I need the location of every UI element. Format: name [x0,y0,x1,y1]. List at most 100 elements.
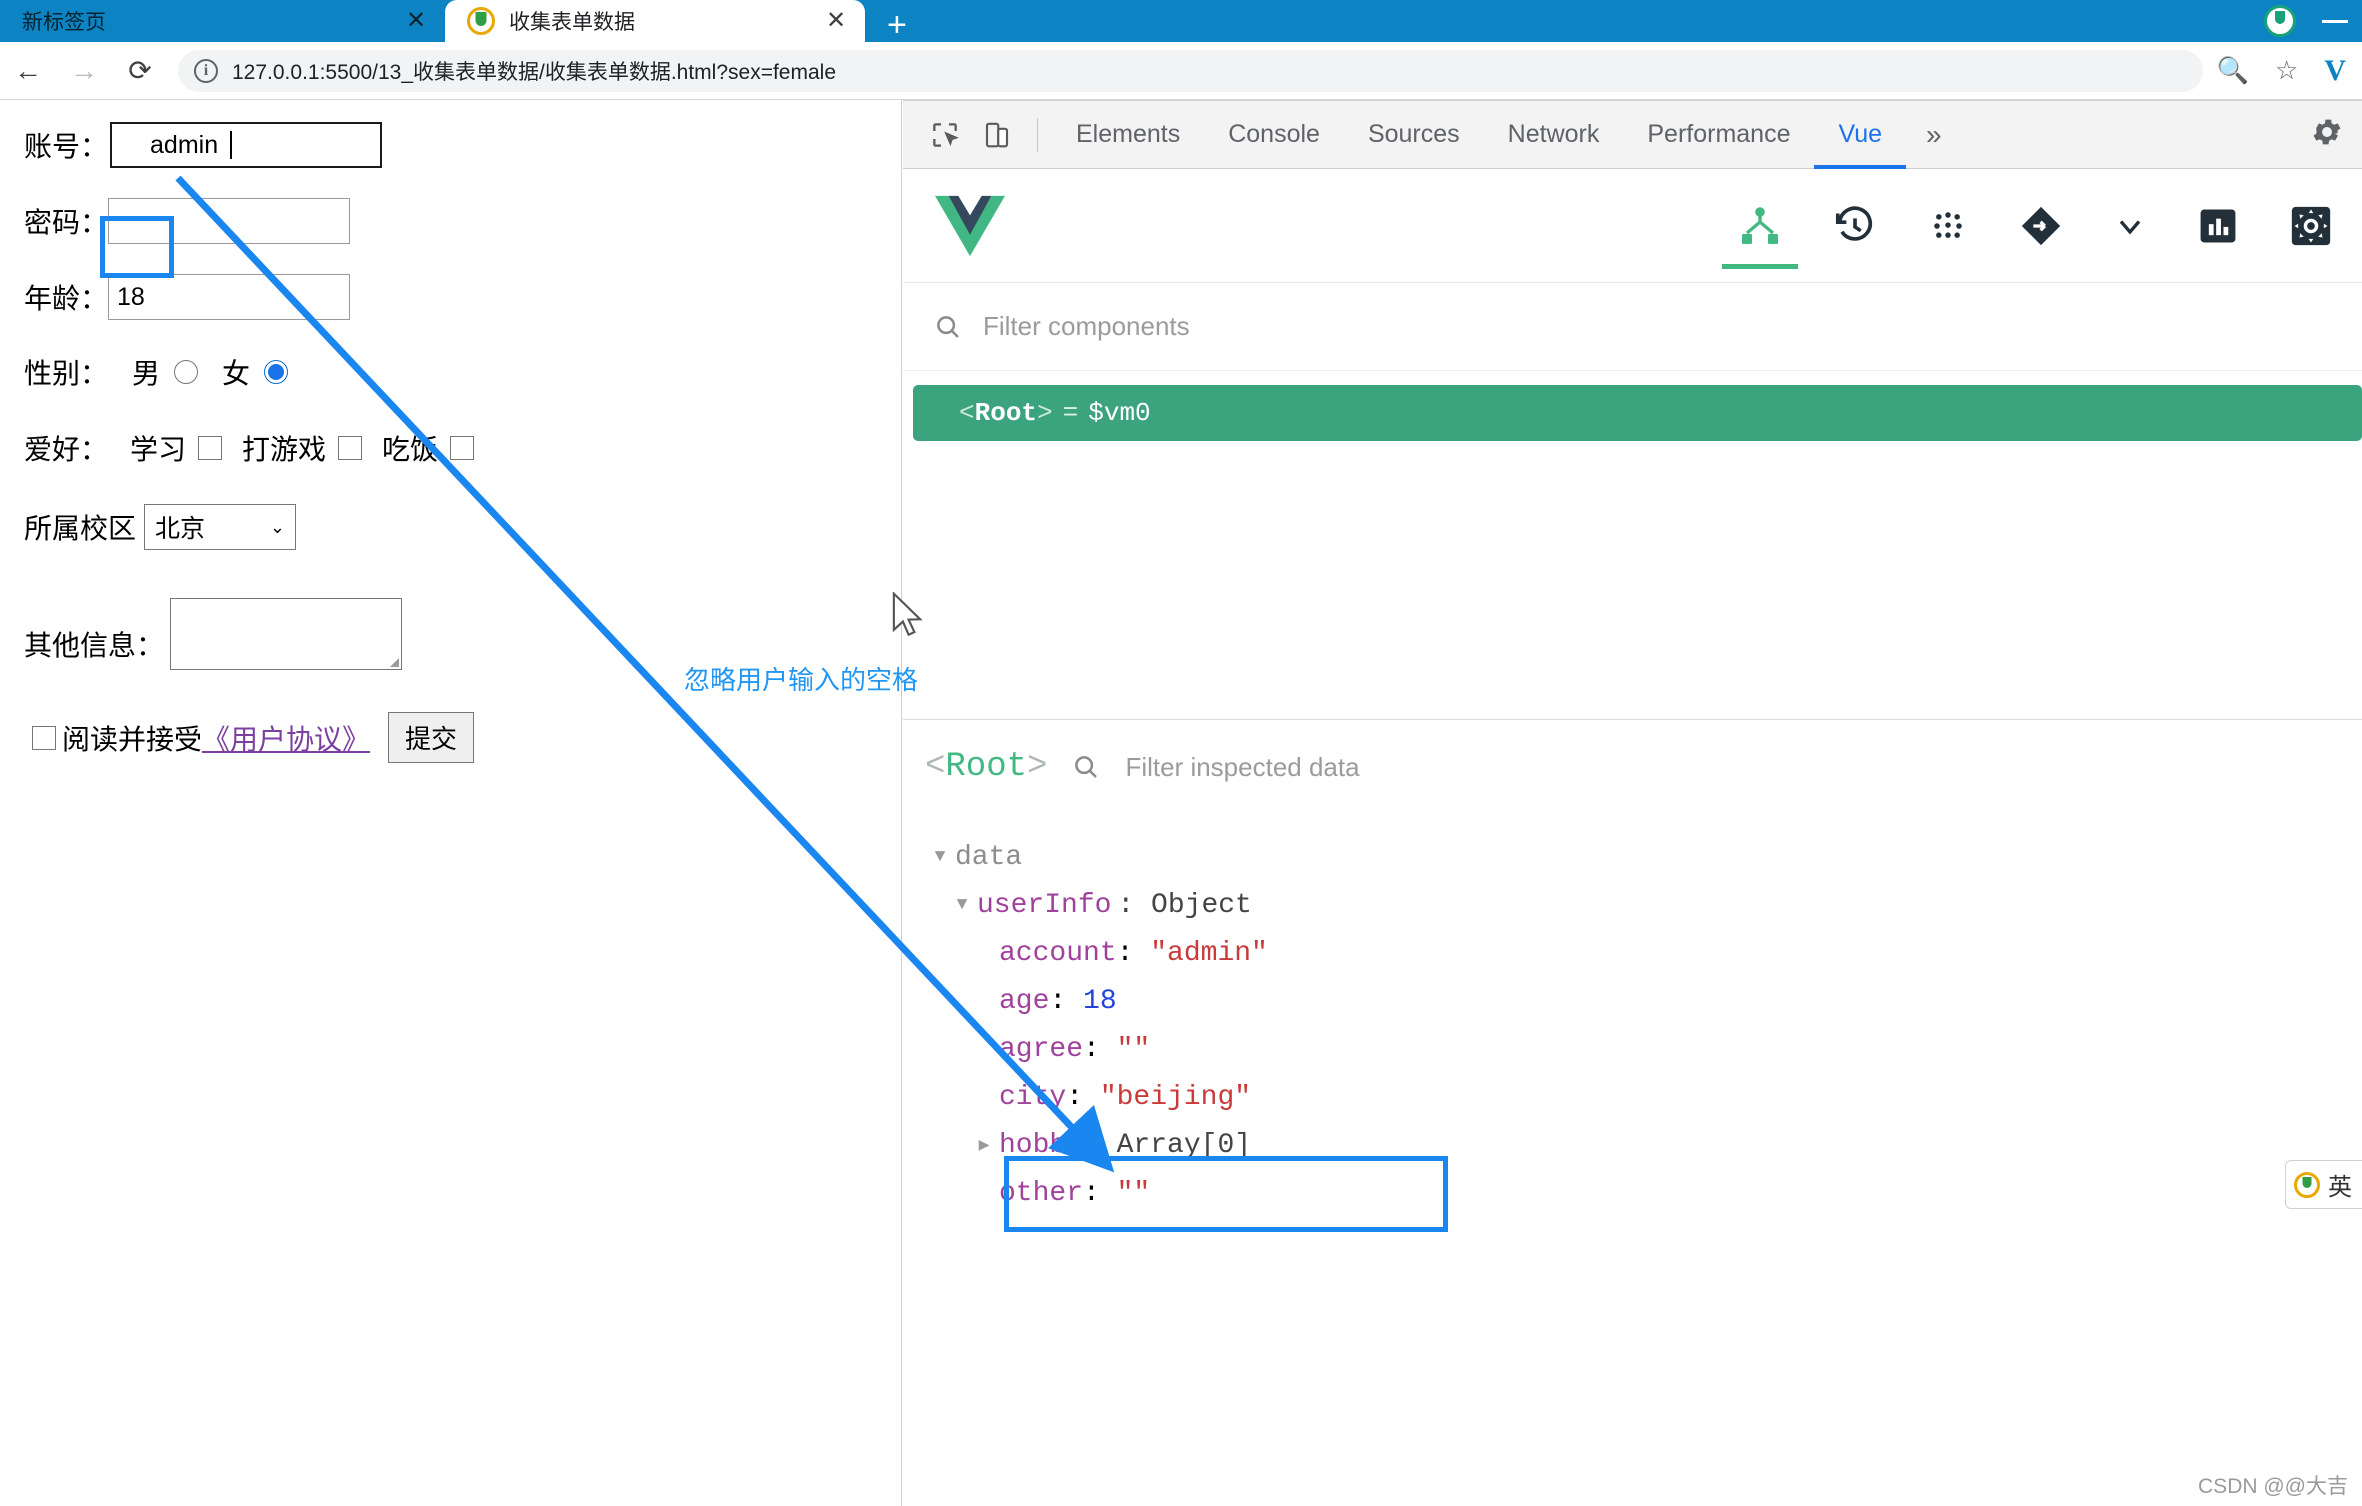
tree-node-key: city [999,1081,1067,1113]
minimize-button[interactable] [2322,19,2348,23]
gender-radio-female[interactable] [264,360,289,384]
other-textarea[interactable] [170,598,403,670]
performance-bars-icon[interactable] [2196,183,2240,269]
vm-instance-label: $vm0 [1088,398,1151,428]
tree-node-colon: : [1049,985,1084,1017]
triangle-icon[interactable]: ▼ [947,895,977,915]
tree-node-colon: : [1116,937,1151,969]
back-icon[interactable]: ← [0,42,56,100]
tree-node-agree[interactable]: agree : "" [903,1025,2362,1073]
root-open-angle: < [925,748,946,786]
campus-label: 所属校区 [24,513,137,544]
close-icon[interactable]: ✕ [403,9,429,33]
zoom-icon[interactable]: 🔍 [2217,55,2249,86]
hobby-checkbox-game[interactable] [338,436,363,460]
gender-option-female-label: 女 [222,358,251,389]
window-controls [2264,0,2362,42]
tree-node-key: agree [999,1033,1084,1065]
user-agreement-link[interactable]: 《用户协议》 [202,718,370,758]
component-filter-input[interactable]: Filter components [903,283,2362,371]
settings-gear-icon[interactable] [2288,183,2334,269]
new-tab-button[interactable]: + [887,8,907,42]
site-info-icon[interactable]: i [194,58,218,83]
inspect-element-icon[interactable] [919,109,971,161]
vue-logo [931,192,1009,260]
ime-icon [2294,1171,2320,1198]
forward-icon[interactable]: → [56,42,112,100]
watermark: CSDN @@大吉 [2198,1475,2348,1498]
hobby-label: 爱好： [24,434,109,465]
tree-node-city[interactable]: city : "beijing" [903,1073,2362,1121]
tab-network[interactable]: Network [1484,101,1624,169]
tree-node-key: data [955,841,1023,873]
browser-tab-new[interactable]: 新标签页 ✕ [0,0,445,42]
tab-elements[interactable]: Elements [1052,101,1204,169]
hobby-checkbox-eat[interactable] [450,436,475,460]
tree-node-account[interactable]: account : "admin" [903,929,2362,977]
account-input[interactable]: admin [110,122,383,168]
profile-avatar[interactable]: V [2324,54,2346,88]
chevron-down-icon: ⌄ [269,516,286,537]
component-filter-placeholder: Filter components [983,311,1190,341]
hobby-checkbox-study[interactable] [198,436,223,460]
triangle-icon[interactable]: ▶ [969,1134,999,1156]
favicon-icon [467,7,495,35]
browser-tab-form[interactable]: 收集表单数据 ✕ [445,0,865,42]
password-input[interactable] [108,198,351,244]
form-row-age: 年龄： 18 [0,274,901,320]
ime-status-badge[interactable]: 英 [2285,1160,2362,1209]
age-input[interactable]: 18 [108,274,351,320]
triangle-icon[interactable]: ▼ [925,847,955,867]
more-tabs-icon[interactable]: » [1906,119,1962,151]
campus-select-value: 北京 [155,515,206,543]
tree-node-data[interactable]: ▼ data [903,833,2362,881]
device-toolbar-icon[interactable] [971,109,1023,161]
inspected-root-label: <Root> [925,748,1047,786]
hobby-option-eat-label: 吃饭 [382,434,439,465]
star-icon[interactable]: ☆ [2275,55,2298,86]
web-page-content: 账号： admin 密码： 年龄： 18 性别： 男 女 爱好： 学习 打游戏 … [0,100,902,1506]
tree-node-colon: : [1066,1081,1100,1113]
tree-node-value: 18 [1083,985,1117,1017]
hobby-option-game-label: 打游戏 [242,434,327,465]
timeline-history-icon[interactable] [1832,183,1878,269]
gender-label: 性别： [24,358,109,389]
close-icon[interactable]: ✕ [823,9,849,33]
gender-radio-male[interactable] [174,360,199,384]
url-text: 127.0.0.1:5500/13_收集表单数据/收集表单数据.html?sex… [232,60,836,84]
reload-icon[interactable]: ⟳ [112,42,168,100]
components-tree-icon[interactable] [1722,183,1798,269]
router-diamond-icon[interactable] [2018,183,2064,269]
vuex-dots-icon[interactable] [1926,183,1970,269]
inspected-data-filter-placeholder[interactable]: Filter inspected data [1125,752,1359,783]
submit-button[interactable]: 提交 [388,712,475,763]
tab-sources[interactable]: Sources [1344,101,1484,169]
gear-icon[interactable] [2310,115,2362,154]
component-tree-row-root[interactable]: < Root > = $vm0 [913,385,2362,441]
search-icon [937,315,959,338]
tree-node-age[interactable]: age : 18 [903,977,2362,1025]
tree-node-value: : Object [1117,889,1252,921]
address-bar[interactable]: i 127.0.0.1:5500/13_收集表单数据/收集表单数据.html?s… [178,49,2203,92]
vue-devtools-header [903,169,2362,283]
tree-node-userinfo[interactable]: ▼ userInfo : Object [903,881,2362,929]
chevron-down-icon[interactable] [2112,183,2148,269]
tab-console[interactable]: Console [1204,101,1344,169]
toolbar-divider [1037,117,1038,152]
component-name: Root [974,398,1038,428]
tab-vue[interactable]: Vue [1814,101,1906,169]
age-label: 年龄： [24,283,109,314]
tab-performance[interactable]: Performance [1623,101,1814,169]
campus-select[interactable]: 北京 ⌄ [144,504,297,550]
agreement-checkbox[interactable] [32,725,56,750]
extension-icon[interactable] [2264,5,2296,37]
vue-action-bar [1722,183,2334,269]
form-row-password: 密码： [0,198,901,244]
text-caret [230,131,233,159]
form-row-hobby: 爱好： 学习 打游戏 吃饭 [0,428,901,468]
annotation-highlight-account-data [1004,1156,1448,1232]
devtools-panel: Elements Console Sources Network Perform… [903,100,2362,1506]
tab-strip: 新标签页 ✕ 收集表单数据 ✕ + [0,0,2362,42]
hobby-option-study-label: 学习 [130,434,187,465]
tag-open-angle: < [959,398,975,428]
